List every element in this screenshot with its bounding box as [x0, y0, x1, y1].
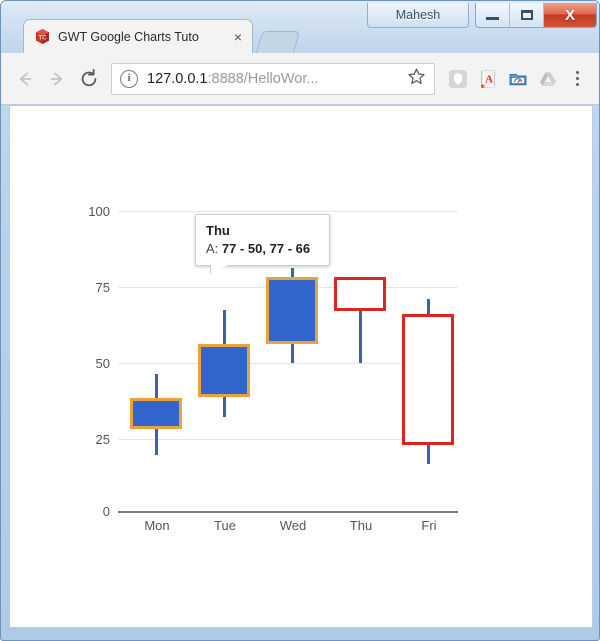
candle-body-thu[interactable] — [334, 277, 386, 311]
tab-close-icon[interactable]: × — [230, 29, 246, 45]
forward-button[interactable] — [41, 63, 73, 95]
svg-text:TC: TC — [38, 34, 47, 41]
browser-toolbar: i 127.0.0.1:8888/HelloWor... A — [1, 53, 599, 105]
candle-body-wed[interactable] — [266, 277, 318, 344]
forward-arrow-icon — [47, 69, 67, 89]
url-host: 127.0.0.1 — [147, 70, 208, 87]
y-tick-75: 75 — [95, 280, 110, 295]
dictionary-extension-icon[interactable]: A — [473, 64, 503, 94]
tooltip-title: Thu — [206, 223, 230, 238]
y-tick-25: 25 — [95, 432, 110, 447]
reload-icon — [78, 68, 100, 90]
candle-thu[interactable] — [327, 106, 393, 511]
url-path: :8888/HelloWor... — [207, 70, 319, 87]
candlestick-chart[interactable]: 100 75 50 25 0 Mon Tue Wed Thu Fri Thu A… — [10, 106, 592, 627]
three-dots-icon — [576, 69, 580, 89]
bookmark-star-icon[interactable] — [407, 67, 426, 91]
title-bar: Mahesh X TC GWT Google Charts Tuto × — [1, 1, 599, 53]
browser-window: Mahesh X TC GWT Google Charts Tuto × i 1… — [0, 0, 600, 641]
candle-mon[interactable] — [123, 106, 189, 511]
url-text: 127.0.0.1:8888/HelloWor... — [147, 71, 401, 87]
tab-strip: TC GWT Google Charts Tuto × — [1, 19, 599, 53]
x-tick-wed: Wed — [279, 518, 307, 533]
reload-button[interactable] — [73, 63, 105, 95]
page-viewport: 100 75 50 25 0 Mon Tue Wed Thu Fri Thu A… — [9, 105, 593, 628]
page-info-icon[interactable]: i — [120, 69, 138, 88]
new-tab-button[interactable] — [255, 31, 301, 53]
candle-wed[interactable] — [259, 106, 325, 511]
candle-tue[interactable] — [191, 106, 257, 511]
tooltip-row: A: 77 - 50, 77 - 66 — [206, 240, 319, 258]
x-tick-tue: Tue — [214, 518, 236, 533]
candle-fri[interactable] — [395, 106, 461, 511]
y-tick-0: 0 — [102, 504, 110, 519]
google-drive-extension-icon[interactable] — [533, 64, 563, 94]
x-tick-mon: Mon — [144, 518, 170, 533]
x-axis-line — [118, 511, 458, 513]
gwt-logo-icon: TC — [34, 28, 51, 45]
address-bar[interactable]: i 127.0.0.1:8888/HelloWor... — [111, 62, 435, 95]
shield-extension-icon[interactable] — [443, 64, 473, 94]
tab-title: GWT Google Charts Tuto — [58, 29, 199, 44]
tooltip-series-label: A: — [206, 240, 219, 256]
y-tick-50: 50 — [95, 356, 110, 371]
x-tick-thu: Thu — [349, 518, 373, 533]
candle-body-tue[interactable] — [198, 344, 250, 397]
tooltip-value: 77 - 50, 77 - 66 — [221, 240, 311, 256]
svg-text:A: A — [485, 73, 493, 85]
chart-tooltip: Thu A: 77 - 50, 77 - 66 — [195, 214, 330, 275]
x-tick-fri: Fri — [421, 518, 437, 533]
candle-body-mon[interactable] — [130, 398, 182, 429]
candle-body-fri[interactable] — [402, 314, 454, 445]
browser-tab[interactable]: TC GWT Google Charts Tuto × — [23, 19, 253, 53]
chrome-menu-button[interactable] — [563, 64, 593, 94]
back-button[interactable] — [9, 63, 41, 95]
y-tick-100: 100 — [88, 204, 110, 219]
back-arrow-icon — [15, 69, 35, 89]
speed-folder-extension-icon[interactable] — [503, 64, 533, 94]
